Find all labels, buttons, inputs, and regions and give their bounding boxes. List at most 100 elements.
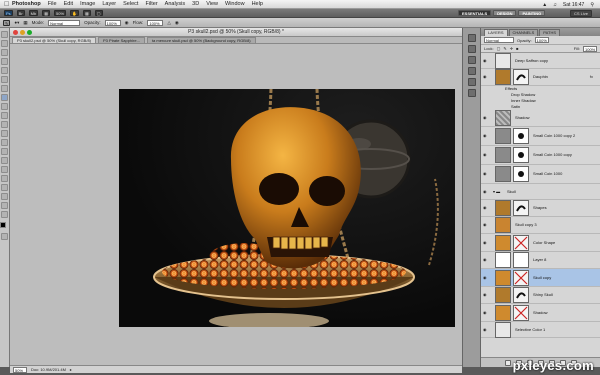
layer-row[interactable]: ◉ Shapes (481, 200, 600, 217)
zoom-level[interactable]: 50% (54, 10, 67, 16)
menu-edit[interactable]: Edit (64, 1, 73, 7)
brush-tool-icon-selected[interactable] (1, 94, 8, 101)
extras-icon[interactable]: ▦ (42, 10, 51, 16)
clock[interactable]: Sat 16:47 (563, 2, 584, 8)
zoom-tool-icon[interactable] (1, 211, 8, 218)
canvas-image[interactable] (119, 89, 455, 327)
workspace-painting[interactable]: PAINTING (518, 10, 546, 16)
move-tool-icon[interactable] (1, 31, 8, 38)
cs-live-button[interactable]: CS Live (569, 10, 592, 17)
menu-layer[interactable]: Layer (102, 1, 116, 7)
color-swatches[interactable] (0, 222, 9, 231)
visibility-eye-icon[interactable]: ◉ (483, 58, 489, 63)
volume-icon[interactable]: ♫ (553, 2, 557, 8)
brush-tool-icon[interactable]: ✎ (3, 19, 11, 26)
layer-row[interactable]: ◉ Shiny Skull (481, 287, 600, 304)
doc-tab-3[interactable]: ta mercure skull.psd @ 50% (Background c… (146, 37, 256, 43)
layer-name[interactable]: Shadow (515, 115, 529, 121)
bridge-icon[interactable]: Br (16, 10, 25, 16)
layer-name[interactable]: Small Coin 1000 copy (533, 152, 572, 158)
layer-row[interactable]: ◉ Skull copy 3 (481, 217, 600, 234)
brush-panel-icon[interactable]: ▦ (23, 20, 27, 26)
layer-row[interactable]: ◉ Shadow (481, 304, 600, 322)
menu-select[interactable]: Select (123, 1, 138, 7)
layer-row[interactable]: ◉ Dauphin fx (481, 69, 600, 86)
blend-mode-select[interactable]: Normal (484, 37, 514, 43)
document-size-info[interactable]: Doc: 10.9M/201.4M (31, 367, 66, 372)
layer-row[interactable]: ◉ Color Shape (481, 234, 600, 252)
hand-tool-icon[interactable] (1, 202, 8, 209)
layer-row[interactable]: ◉ Small Coin 1000 copy (481, 146, 600, 165)
layer-name[interactable]: Shadow (533, 310, 547, 316)
close-icon[interactable] (13, 30, 18, 35)
marquee-tool-icon[interactable] (1, 40, 8, 47)
visibility-eye-icon[interactable]: ◉ (483, 189, 489, 194)
history-panel-icon[interactable] (467, 34, 476, 42)
foreground-color-swatch[interactable] (0, 222, 6, 228)
layer-name[interactable]: Deep Saffron copy (515, 58, 548, 64)
lock-transparency-icon[interactable]: ▢ (497, 46, 501, 51)
info-panel-icon[interactable] (467, 67, 476, 75)
lock-pixels-icon[interactable]: ✎ (503, 46, 506, 51)
visibility-eye-icon[interactable]: ◉ (483, 223, 489, 227)
layer-effects-icon[interactable]: fx (590, 74, 593, 80)
layer-row[interactable]: ◉ Layer 8 (481, 252, 600, 269)
visibility-eye-icon[interactable]: ◉ (483, 75, 489, 79)
link-layers-icon[interactable] (505, 359, 511, 366)
layer-name[interactable]: Layer 8 (533, 257, 546, 263)
layer-mask-thumbnail[interactable] (513, 128, 529, 144)
lock-position-icon[interactable]: ✛ (510, 46, 513, 51)
apple-icon[interactable]:  (4, 0, 12, 9)
clone-source-panel-icon[interactable] (467, 89, 476, 97)
shape-tool-icon[interactable] (1, 184, 8, 191)
crop-tool-icon[interactable] (1, 67, 8, 74)
workspace-essentials[interactable]: ESSENTIALS (458, 10, 492, 16)
visibility-eye-icon[interactable]: ◉ (483, 240, 489, 245)
pressure-size-icon[interactable]: ◉ (175, 20, 179, 26)
menu-help[interactable]: Help (252, 1, 263, 7)
menu-file[interactable]: File (48, 1, 57, 7)
brush-preset-icon[interactable]: ●▾ (14, 20, 19, 26)
workspace-design[interactable]: DESIGN (493, 10, 517, 16)
layer-name[interactable]: Skull copy (533, 275, 551, 281)
screen-mode-icon[interactable]: ▢ (94, 10, 103, 16)
layer-name[interactable]: Skull copy 3 (515, 222, 537, 228)
visibility-eye-icon[interactable]: ◉ (483, 275, 489, 280)
path-select-tool-icon[interactable] (1, 175, 8, 182)
tab-channels[interactable]: CHANNELS (508, 29, 539, 36)
status-zoom-field[interactable]: 50% (13, 366, 27, 373)
layer-row[interactable]: ◉ Small Coin 1000 copy 2 (481, 127, 600, 146)
menu-image[interactable]: Image (80, 1, 95, 7)
layer-mask-thumbnail[interactable] (513, 166, 529, 182)
wifi-icon[interactable]: ▲ (542, 2, 547, 8)
layer-mask-thumbnail[interactable] (513, 304, 529, 321)
layer-mask-thumbnail[interactable] (513, 200, 529, 216)
visibility-eye-icon[interactable]: ◉ (483, 172, 489, 176)
spotlight-search-icon[interactable]: ⚲ (590, 2, 594, 8)
layer-row[interactable]: ◉ Shadow (481, 110, 600, 127)
minibridge-icon[interactable]: Mb (28, 10, 39, 16)
dodge-tool-icon[interactable] (1, 148, 8, 155)
visibility-eye-icon[interactable]: ◉ (483, 153, 489, 157)
layer-row[interactable]: ◉ Skull copy (481, 269, 600, 287)
visibility-eye-icon[interactable]: ◉ (483, 206, 489, 210)
layer-mask-thumbnail[interactable] (513, 147, 529, 163)
visibility-eye-icon[interactable]: ◉ (483, 116, 489, 120)
blur-tool-icon[interactable] (1, 139, 8, 146)
layer-mask-thumbnail[interactable] (513, 252, 529, 268)
eraser-tool-icon[interactable] (1, 121, 8, 128)
group-folder-icon[interactable]: ▾ ▬ (493, 189, 500, 195)
menu-3d[interactable]: 3D (192, 1, 199, 7)
history-brush-tool-icon[interactable] (1, 112, 8, 119)
eyedropper-tool-icon[interactable] (1, 76, 8, 83)
clone-stamp-tool-icon[interactable] (1, 103, 8, 110)
lock-all-icon[interactable]: ■ (516, 46, 518, 51)
zoom-window-icon[interactable] (27, 30, 32, 35)
menu-view[interactable]: View (206, 1, 218, 7)
type-tool-icon[interactable] (1, 166, 8, 173)
layer-name[interactable]: Small Coin 1000 (533, 171, 562, 177)
arrange-documents-icon[interactable]: ▦ (83, 10, 91, 16)
quick-mask-icon[interactable] (1, 233, 8, 240)
layer-name[interactable]: Color Shape (533, 240, 555, 246)
mode-select[interactable]: Normal (48, 19, 81, 26)
